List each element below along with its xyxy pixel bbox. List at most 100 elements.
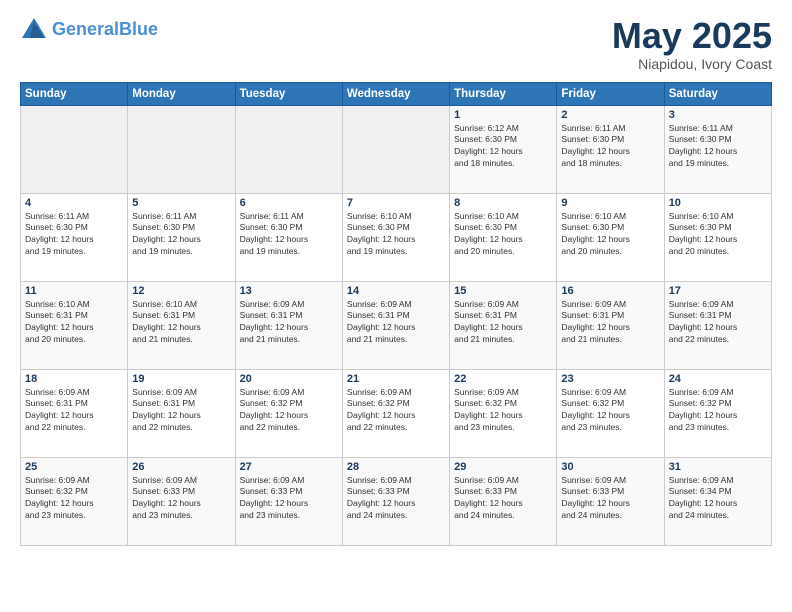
day-number: 22 — [454, 373, 552, 385]
day-number: 25 — [25, 461, 123, 473]
logo-text: GeneralBlue — [52, 20, 158, 40]
calendar-cell: 21 Sunrise: 6:09 AM Sunset: 6:32 PM Dayli… — [342, 369, 449, 457]
logo-line2: Blue — [119, 19, 158, 39]
calendar-cell: 16Sunrise: 6:09 AM Sunset: 6:31 PM Dayli… — [557, 281, 664, 369]
day-number: 16 — [561, 285, 659, 297]
logo: GeneralBlue — [20, 16, 158, 44]
weekday-header-thursday: Thursday — [450, 82, 557, 105]
day-number: 10 — [669, 197, 767, 209]
day-number: 15 — [454, 285, 552, 297]
day-info: Sunrise: 6:10 AM Sunset: 6:31 PM Dayligh… — [25, 299, 123, 347]
calendar-cell: 26Sunrise: 6:09 AM Sunset: 6:33 PM Dayli… — [128, 457, 235, 545]
weekday-header-friday: Friday — [557, 82, 664, 105]
calendar-week-4: 18 Sunrise: 6:09 AM Sunset: 6:31 PM Dayli… — [21, 369, 772, 457]
page: GeneralBlue May 2025 Niapidou, Ivory Coa… — [0, 0, 792, 612]
calendar-cell: 31Sunrise: 6:09 AM Sunset: 6:34 PM Dayli… — [664, 457, 771, 545]
day-number: 31 — [669, 461, 767, 473]
calendar-cell — [21, 105, 128, 193]
calendar-cell: 13 Sunrise: 6:09 AM Sunset: 6:31 PM Dayli… — [235, 281, 342, 369]
day-info: Sunrise: 6:09 AM Sunset: 6:32 PM Dayligh… — [669, 387, 767, 435]
calendar-cell — [342, 105, 449, 193]
day-info: Sunrise: 6:11 AM Sunset: 6:30 PM Dayligh… — [132, 211, 230, 259]
day-number: 13 — [240, 285, 338, 297]
calendar-cell: 20 Sunrise: 6:09 AM Sunset: 6:32 PM Dayli… — [235, 369, 342, 457]
calendar-cell: 1Sunrise: 6:12 AM Sunset: 6:30 PM Daylig… — [450, 105, 557, 193]
day-info: Sunrise: 6:09 AM Sunset: 6:32 PM Dayligh… — [454, 387, 552, 435]
calendar-cell: 27Sunrise: 6:09 AM Sunset: 6:33 PM Dayli… — [235, 457, 342, 545]
calendar-cell: 19Sunrise: 6:09 AM Sunset: 6:31 PM Dayli… — [128, 369, 235, 457]
day-info: Sunrise: 6:09 AM Sunset: 6:33 PM Dayligh… — [561, 475, 659, 523]
day-info: Sunrise: 6:09 AM Sunset: 6:31 PM Dayligh… — [25, 387, 123, 435]
calendar-cell: 25 Sunrise: 6:09 AM Sunset: 6:32 PM Dayli… — [21, 457, 128, 545]
day-info: Sunrise: 6:09 AM Sunset: 6:32 PM Dayligh… — [347, 387, 445, 435]
day-number: 11 — [25, 285, 123, 297]
calendar-cell: 22 Sunrise: 6:09 AM Sunset: 6:32 PM Dayli… — [450, 369, 557, 457]
calendar-cell: 3 Sunrise: 6:11 AM Sunset: 6:30 PM Daylig… — [664, 105, 771, 193]
weekday-header-wednesday: Wednesday — [342, 82, 449, 105]
day-number: 21 — [347, 373, 445, 385]
day-number: 30 — [561, 461, 659, 473]
calendar-cell: 14 Sunrise: 6:09 AM Sunset: 6:31 PM Dayli… — [342, 281, 449, 369]
calendar-week-2: 4 Sunrise: 6:11 AM Sunset: 6:30 PM Daylig… — [21, 193, 772, 281]
calendar-location: Niapidou, Ivory Coast — [612, 56, 772, 72]
day-number: 6 — [240, 197, 338, 209]
calendar-cell — [235, 105, 342, 193]
calendar-cell: 23Sunrise: 6:09 AM Sunset: 6:32 PM Dayli… — [557, 369, 664, 457]
day-number: 9 — [561, 197, 659, 209]
weekday-header-sunday: Sunday — [21, 82, 128, 105]
calendar-cell: 11 Sunrise: 6:10 AM Sunset: 6:31 PM Dayli… — [21, 281, 128, 369]
calendar-cell: 8 Sunrise: 6:10 AM Sunset: 6:30 PM Daylig… — [450, 193, 557, 281]
day-number: 12 — [132, 285, 230, 297]
calendar-cell: 15Sunrise: 6:09 AM Sunset: 6:31 PM Dayli… — [450, 281, 557, 369]
calendar-cell: 2Sunrise: 6:11 AM Sunset: 6:30 PM Daylig… — [557, 105, 664, 193]
day-number: 28 — [347, 461, 445, 473]
calendar-cell — [128, 105, 235, 193]
calendar-header-row: SundayMondayTuesdayWednesdayThursdayFrid… — [21, 82, 772, 105]
day-number: 8 — [454, 197, 552, 209]
calendar-cell: 9Sunrise: 6:10 AM Sunset: 6:30 PM Daylig… — [557, 193, 664, 281]
day-number: 3 — [669, 109, 767, 121]
calendar-title: May 2025 — [612, 16, 772, 56]
calendar-cell: 17Sunrise: 6:09 AM Sunset: 6:31 PM Dayli… — [664, 281, 771, 369]
header: GeneralBlue May 2025 Niapidou, Ivory Coa… — [20, 16, 772, 72]
calendar-cell: 24Sunrise: 6:09 AM Sunset: 6:32 PM Dayli… — [664, 369, 771, 457]
day-info: Sunrise: 6:11 AM Sunset: 6:30 PM Dayligh… — [25, 211, 123, 259]
calendar-cell: 30 Sunrise: 6:09 AM Sunset: 6:33 PM Dayli… — [557, 457, 664, 545]
logo-line1: General — [52, 19, 119, 39]
day-info: Sunrise: 6:09 AM Sunset: 6:31 PM Dayligh… — [347, 299, 445, 347]
day-number: 5 — [132, 197, 230, 209]
calendar-week-3: 11 Sunrise: 6:10 AM Sunset: 6:31 PM Dayli… — [21, 281, 772, 369]
calendar-cell: 18 Sunrise: 6:09 AM Sunset: 6:31 PM Dayli… — [21, 369, 128, 457]
calendar-cell: 6Sunrise: 6:11 AM Sunset: 6:30 PM Daylig… — [235, 193, 342, 281]
day-info: Sunrise: 6:09 AM Sunset: 6:31 PM Dayligh… — [240, 299, 338, 347]
calendar-cell: 29Sunrise: 6:09 AM Sunset: 6:33 PM Dayli… — [450, 457, 557, 545]
day-info: Sunrise: 6:11 AM Sunset: 6:30 PM Dayligh… — [669, 123, 767, 171]
day-info: Sunrise: 6:10 AM Sunset: 6:30 PM Dayligh… — [669, 211, 767, 259]
calendar-cell: 28Sunrise: 6:09 AM Sunset: 6:33 PM Dayli… — [342, 457, 449, 545]
day-number: 29 — [454, 461, 552, 473]
calendar-cell: 4 Sunrise: 6:11 AM Sunset: 6:30 PM Daylig… — [21, 193, 128, 281]
day-number: 2 — [561, 109, 659, 121]
calendar-cell: 5 Sunrise: 6:11 AM Sunset: 6:30 PM Daylig… — [128, 193, 235, 281]
calendar-week-5: 25 Sunrise: 6:09 AM Sunset: 6:32 PM Dayli… — [21, 457, 772, 545]
day-number: 23 — [561, 373, 659, 385]
day-number: 7 — [347, 197, 445, 209]
day-info: Sunrise: 6:10 AM Sunset: 6:30 PM Dayligh… — [454, 211, 552, 259]
day-info: Sunrise: 6:09 AM Sunset: 6:31 PM Dayligh… — [669, 299, 767, 347]
day-info: Sunrise: 6:09 AM Sunset: 6:32 PM Dayligh… — [25, 475, 123, 523]
day-number: 19 — [132, 373, 230, 385]
calendar-cell: 7 Sunrise: 6:10 AM Sunset: 6:30 PM Daylig… — [342, 193, 449, 281]
title-block: May 2025 Niapidou, Ivory Coast — [612, 16, 772, 72]
calendar-cell: 10 Sunrise: 6:10 AM Sunset: 6:30 PM Dayli… — [664, 193, 771, 281]
day-info: Sunrise: 6:12 AM Sunset: 6:30 PM Dayligh… — [454, 123, 552, 171]
calendar-week-1: 1Sunrise: 6:12 AM Sunset: 6:30 PM Daylig… — [21, 105, 772, 193]
day-info: Sunrise: 6:10 AM Sunset: 6:31 PM Dayligh… — [132, 299, 230, 347]
day-info: Sunrise: 6:09 AM Sunset: 6:32 PM Dayligh… — [240, 387, 338, 435]
day-number: 18 — [25, 373, 123, 385]
day-number: 20 — [240, 373, 338, 385]
day-number: 4 — [25, 197, 123, 209]
weekday-header-tuesday: Tuesday — [235, 82, 342, 105]
day-info: Sunrise: 6:10 AM Sunset: 6:30 PM Dayligh… — [347, 211, 445, 259]
day-number: 14 — [347, 285, 445, 297]
day-number: 26 — [132, 461, 230, 473]
